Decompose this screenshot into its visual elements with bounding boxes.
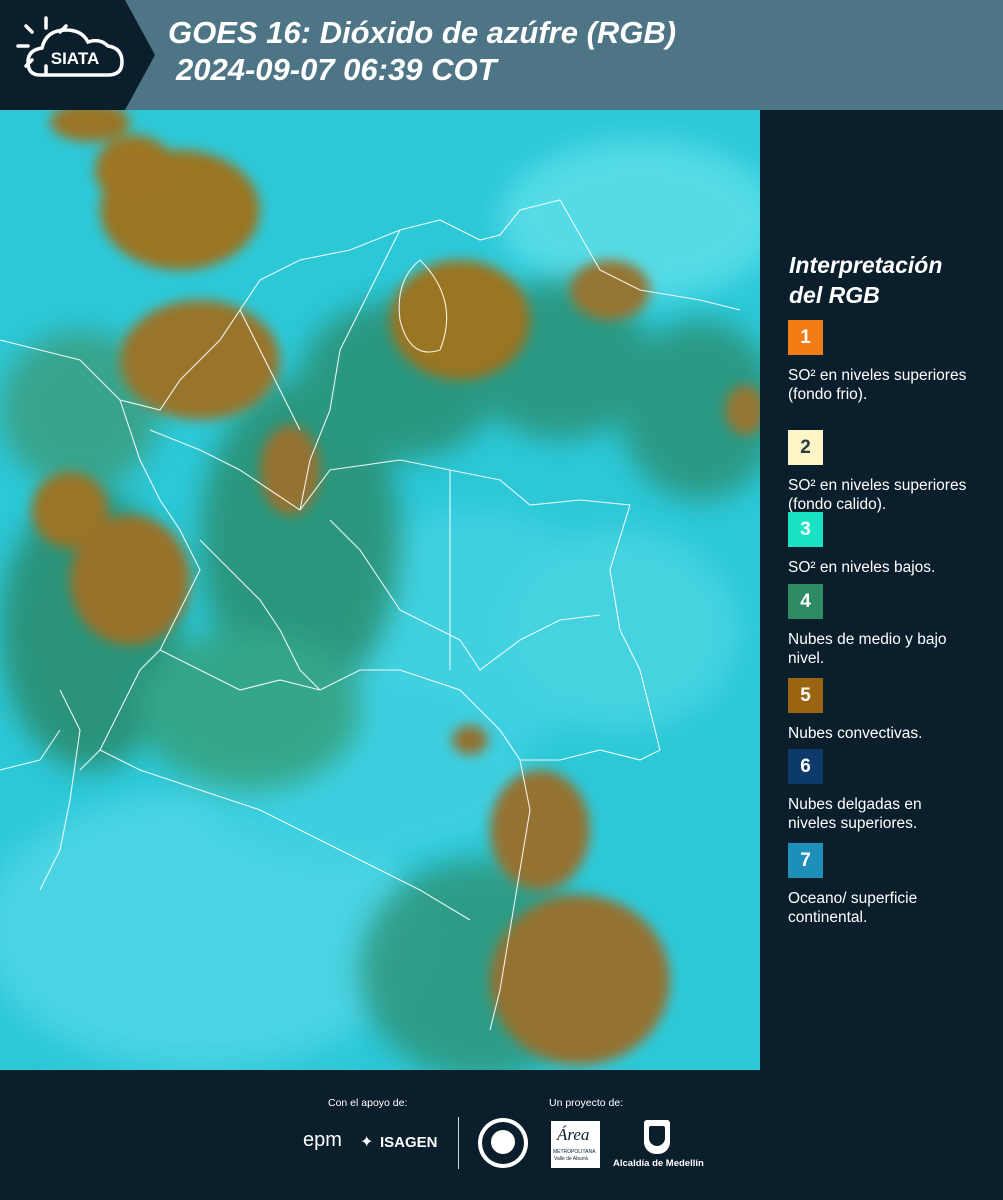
title-line-1: GOES 16: Dióxido de azúfre (RGB) — [168, 15, 677, 50]
footer: Con el apoyo de: Un proyecto de: epm ✦ I… — [0, 1070, 1003, 1200]
support-label: Con el apoyo de: — [328, 1097, 408, 1109]
footer-divider — [458, 1117, 459, 1169]
epm-logo: epm — [303, 1129, 342, 1151]
isagen-logo: ISAGEN — [380, 1134, 438, 1151]
project-label: Un proyecto de: — [549, 1097, 624, 1109]
area-logo-subtitle: METROPOLITANA — [553, 1149, 596, 1155]
legend-label: SO² en niveles superiores (fondo frio). — [788, 367, 967, 403]
alcaldia-shield-icon — [644, 1120, 670, 1154]
legend-swatch: 6 — [788, 749, 823, 784]
legend-item: 5 Nubes convectivas. — [788, 678, 1000, 743]
alcaldia-label: Alcaldía de Medellín — [613, 1158, 704, 1169]
legend-swatch: 7 — [788, 843, 823, 878]
legend-label: SO² en niveles bajos. — [788, 559, 936, 576]
legend-title-line-1: Interpretación — [789, 252, 943, 278]
legend-item: 3 SO² en niveles bajos. — [788, 512, 1000, 577]
area-logo-text: Área — [557, 1125, 590, 1144]
legend-swatch: 1 — [788, 320, 823, 355]
isagen-icon: ✦ — [360, 1134, 374, 1151]
siata-logo: SIATA — [0, 0, 155, 110]
satellite-map — [0, 110, 760, 1070]
legend-swatch: 2 — [788, 430, 823, 465]
legend-item: 6 Nubes delgadas en niveles superiores. — [788, 749, 1000, 833]
legend-label: SO² en niveles superiores (fondo calido)… — [788, 477, 967, 513]
legend-swatch: 4 — [788, 584, 823, 619]
legend-label: Nubes de medio y bajo nivel. — [788, 631, 947, 667]
legend-label: Oceano/ superficie continental. — [788, 890, 918, 926]
legend-item: 7 Oceano/ superficie continental. — [788, 843, 1000, 927]
legend-swatch: 3 — [788, 512, 823, 547]
legend-item: 1 SO² en niveles superiores (fondo frio). — [788, 320, 1000, 404]
legend-title: Interpretación del RGB — [789, 250, 942, 310]
area-logo-subtitle-2: Valle de Aburrá — [554, 1156, 588, 1162]
legend-item: 2 SO² en niveles superiores (fondo calido… — [788, 430, 1000, 514]
title-line-2: 2024-09-07 06:39 COT — [176, 52, 497, 87]
header: SIATA GOES 16: Dióxido de azúfre (RGB) 2… — [0, 0, 1003, 110]
page-title: GOES 16: Dióxido de azúfre (RGB) 2024-09… — [168, 14, 676, 88]
legend-label: Nubes convectivas. — [788, 725, 923, 742]
legend-swatch: 5 — [788, 678, 823, 713]
legend-panel: Interpretación del RGB 1 SO² en niveles s… — [760, 110, 1003, 1070]
medellin-seal — [478, 1118, 528, 1168]
logo-text: SIATA — [51, 49, 99, 68]
area-metropolitana-logo: Área METROPOLITANA Valle de Aburrá — [551, 1121, 600, 1168]
legend-item: 4 Nubes de medio y bajo nivel. — [788, 584, 1000, 668]
legend-label: Nubes delgadas en niveles superiores. — [788, 796, 922, 832]
legend-title-line-2: del RGB — [789, 282, 880, 308]
